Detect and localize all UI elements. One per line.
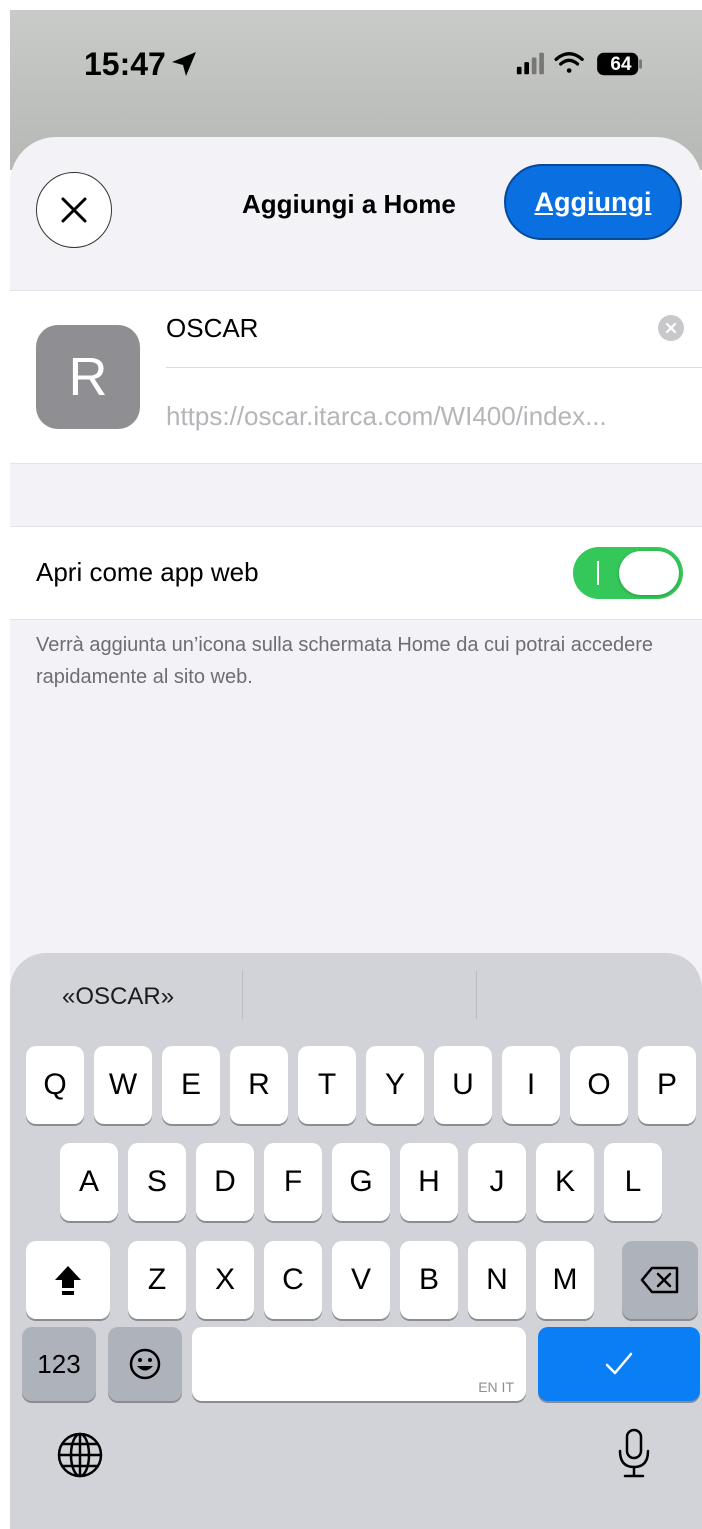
bookmark-card: R OSCAR https://oscar.itarca.com/WI400/i…: [10, 290, 702, 464]
microphone-icon[interactable]: [616, 1427, 652, 1479]
checkmark-icon: [605, 1352, 633, 1375]
clear-icon: [665, 322, 677, 334]
key-p[interactable]: P: [638, 1046, 696, 1124]
key-v[interactable]: V: [332, 1241, 390, 1319]
status-time: 15:47: [84, 46, 166, 82]
key-u[interactable]: U: [434, 1046, 492, 1124]
space-key[interactable]: EN IT: [192, 1327, 526, 1401]
key-q[interactable]: Q: [26, 1046, 84, 1124]
key-s[interactable]: S: [128, 1143, 186, 1221]
backspace-icon: [640, 1266, 679, 1294]
numbers-key[interactable]: 123: [22, 1327, 96, 1401]
emoji-icon: [129, 1348, 161, 1380]
close-button[interactable]: [36, 172, 112, 248]
location-arrow-icon: [172, 52, 196, 76]
field-divider: [166, 367, 702, 368]
sheet-title: Aggiungi a Home: [242, 189, 456, 219]
keyboard: «OSCAR» Q W E R T Y U I O P A S D F G H …: [10, 953, 702, 1529]
key-c[interactable]: C: [264, 1241, 322, 1319]
clear-text-button[interactable]: [658, 315, 684, 341]
battery-level: 64: [610, 54, 632, 75]
key-o[interactable]: O: [570, 1046, 628, 1124]
key-a[interactable]: A: [60, 1143, 118, 1221]
open-as-webapp-row: Apri come app web: [10, 526, 702, 620]
key-j[interactable]: J: [468, 1143, 526, 1221]
toggle-on-mark: [597, 561, 599, 585]
key-l[interactable]: L: [604, 1143, 662, 1221]
signal-icon: [516, 52, 544, 75]
open-as-webapp-label: Apri come app web: [36, 557, 259, 587]
key-t[interactable]: T: [298, 1046, 356, 1124]
key-d[interactable]: D: [196, 1143, 254, 1221]
key-n[interactable]: N: [468, 1241, 526, 1319]
key-g[interactable]: G: [332, 1143, 390, 1221]
add-button[interactable]: Aggiungi: [504, 164, 682, 240]
open-as-webapp-toggle[interactable]: [573, 547, 683, 599]
url-field: https://oscar.itarca.com/WI400/index...: [166, 401, 607, 431]
done-key[interactable]: [538, 1327, 700, 1401]
key-m[interactable]: M: [536, 1241, 594, 1319]
backspace-key[interactable]: [622, 1241, 698, 1319]
key-w[interactable]: W: [94, 1046, 152, 1124]
name-input[interactable]: OSCAR: [166, 313, 258, 344]
shift-icon: [55, 1266, 81, 1295]
key-x[interactable]: X: [196, 1241, 254, 1319]
app-icon-preview: R: [36, 325, 140, 429]
key-r[interactable]: R: [230, 1046, 288, 1124]
key-k[interactable]: K: [536, 1143, 594, 1221]
key-y[interactable]: Y: [366, 1046, 424, 1124]
globe-icon[interactable]: [56, 1431, 104, 1479]
suggestion-1[interactable]: «OSCAR»: [62, 983, 174, 1023]
key-f[interactable]: F: [264, 1143, 322, 1221]
space-language-label: EN IT: [478, 1379, 514, 1395]
footnote-text: Verrà aggiunta un’icona sulla schermata …: [36, 634, 654, 688]
key-i[interactable]: I: [502, 1046, 560, 1124]
emoji-key[interactable]: [108, 1327, 182, 1401]
close-icon: [61, 197, 87, 223]
toggle-knob: [619, 551, 679, 595]
key-h[interactable]: H: [400, 1143, 458, 1221]
suggestion-divider: [476, 971, 477, 1019]
suggestion-divider: [242, 971, 243, 1019]
wifi-icon: [554, 52, 584, 73]
key-b[interactable]: B: [400, 1241, 458, 1319]
key-e[interactable]: E: [162, 1046, 220, 1124]
shift-key[interactable]: [26, 1241, 110, 1319]
key-z[interactable]: Z: [128, 1241, 186, 1319]
